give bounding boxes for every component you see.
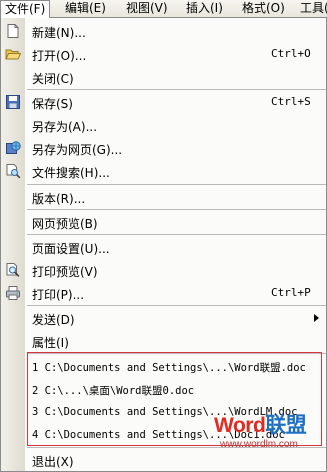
menu-item-file-search[interactable]: 文件搜索(H)...: [1, 159, 326, 183]
menu-item-label: 新建(N)...: [32, 26, 86, 40]
recent-file-4[interactable]: 4 C:\Documents and Settings\...\Doc1.doc: [1, 423, 326, 447]
print-preview-icon: [6, 263, 20, 277]
menu-item-properties[interactable]: 属性(I): [1, 329, 326, 353]
menu-item-open[interactable]: 打开(O)... Ctrl+O: [1, 42, 326, 66]
recent-file-label: 1 C:\Documents and Settings\...\Word联盟.d…: [32, 362, 306, 374]
menu-view[interactable]: 视图(V): [122, 0, 172, 17]
submenu-arrow-icon: [314, 314, 319, 322]
menu-item-page-setup[interactable]: 页面设置(U)...: [1, 235, 326, 259]
menu-item-print-preview[interactable]: 打印预览(V): [1, 258, 326, 282]
menu-item-label: 关闭(C): [32, 72, 74, 86]
menu-file[interactable]: 文件(F): [0, 0, 51, 18]
save-disk-icon: [6, 95, 20, 109]
menu-item-save-as[interactable]: 另存为(A)...: [1, 113, 326, 137]
menu-item-close[interactable]: 关闭(C): [1, 65, 326, 89]
menu-insert[interactable]: 插入(I): [182, 0, 227, 17]
recent-file-label: 3 C:\Documents and Settings\...\WordLM.d…: [32, 406, 298, 418]
menu-item-print[interactable]: 打印(P)... Ctrl+P: [1, 281, 326, 305]
menu-item-label: 打开(O)...: [32, 49, 87, 63]
menu-item-label: 发送(D): [32, 313, 75, 327]
menu-format[interactable]: 格式(O): [238, 0, 289, 17]
menu-item-exit[interactable]: 退出(X): [1, 448, 326, 472]
recent-file-3[interactable]: 3 C:\Documents and Settings\...\WordLM.d…: [1, 400, 326, 424]
recent-file-2[interactable]: 2 C:\...\桌面\Word联盟0.doc: [1, 377, 326, 401]
menu-item-web-preview[interactable]: 网页预览(B): [1, 210, 326, 234]
recent-file-label: 2 C:\...\桌面\Word联盟0.doc: [32, 385, 195, 397]
shortcut-label: Ctrl+S: [271, 95, 311, 108]
menu-item-label: 另存为(A)...: [32, 120, 98, 134]
menu-item-versions[interactable]: 版本(R)...: [1, 185, 326, 209]
menu-bar: 文件(F) 编辑(E) 视图(V) 插入(I) 格式(O) 工具(T): [0, 0, 327, 18]
menu-item-label: 打印(P)...: [32, 288, 85, 302]
menu-item-label: 页面设置(U)...: [32, 242, 110, 256]
menu-item-label: 另存为网页(G)...: [32, 143, 123, 157]
menu-item-label: 网页预览(B): [32, 217, 98, 231]
open-folder-icon: [5, 49, 21, 60]
recent-file-label: 4 C:\Documents and Settings\...\Doc1.doc: [32, 429, 285, 441]
menu-item-send-to[interactable]: 发送(D): [1, 306, 326, 330]
menu-item-label: 保存(S): [32, 97, 73, 111]
menu-item-label: 退出(X): [32, 455, 74, 469]
file-search-icon: [6, 164, 21, 179]
printer-icon: [6, 286, 20, 300]
menu-item-label: 属性(I): [32, 336, 69, 350]
menu-item-label: 打印预览(V): [32, 265, 98, 279]
save-as-web-icon: [6, 141, 21, 154]
menu-item-save[interactable]: 保存(S) Ctrl+S: [1, 90, 326, 114]
recent-file-1[interactable]: 1 C:\Documents and Settings\...\Word联盟.d…: [1, 354, 326, 378]
shortcut-label: Ctrl+O: [271, 47, 311, 60]
shortcut-label: Ctrl+P: [271, 286, 311, 299]
menu-tools[interactable]: 工具(T): [296, 0, 327, 17]
menu-item-save-as-web[interactable]: 另存为网页(G)...: [1, 136, 326, 160]
menu-item-label: 文件搜索(H)...: [32, 166, 110, 180]
file-menu-dropdown: 新建(N)... 打开(O)... Ctrl+O 关闭(C) 保存(S) Ctr…: [0, 17, 327, 472]
menu-edit[interactable]: 编辑(E): [61, 0, 110, 17]
menu-item-label: 版本(R)...: [32, 192, 86, 206]
menu-item-new[interactable]: 新建(N)...: [1, 19, 326, 43]
new-document-icon: [7, 24, 19, 38]
